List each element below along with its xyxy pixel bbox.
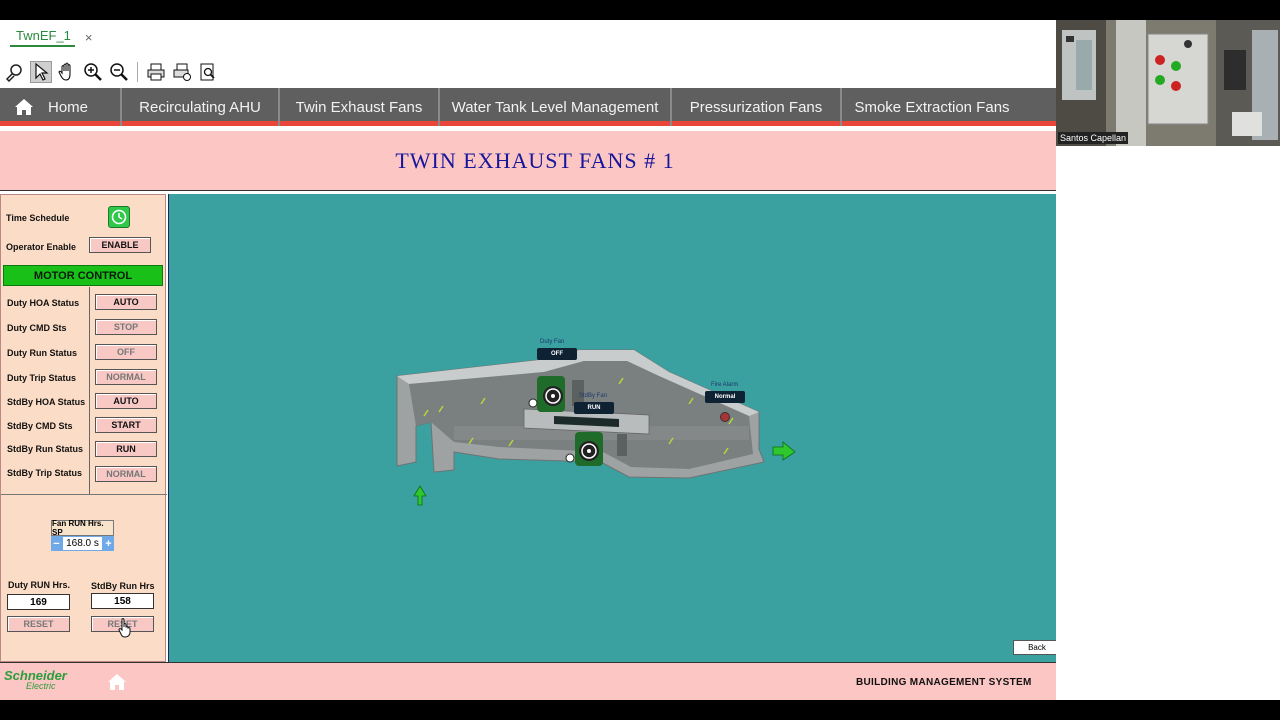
- control-panel: Time Schedule Operator Enable ENABLE MOT…: [0, 194, 167, 662]
- duty-hoa-status[interactable]: AUTO: [95, 294, 157, 310]
- duty-reset-button[interactable]: RESET: [7, 616, 70, 632]
- nav-recirculating-ahu[interactable]: Recirculating AHU: [122, 88, 280, 126]
- nav-twin-exhaust-fans[interactable]: Twin Exhaust Fans: [280, 88, 440, 126]
- increment-button[interactable]: +: [103, 536, 114, 551]
- screen: TwnEF_1 × Home Recirculating AHU Twin Ex…: [0, 0, 1280, 720]
- close-icon[interactable]: ×: [85, 30, 93, 45]
- nav-home-label: Home: [48, 98, 89, 116]
- duty-trip-label: Duty Trip Status: [7, 373, 77, 383]
- panel-horizontal-divider: [1, 494, 167, 495]
- fire-alarm-label: Fire Alarm: [711, 382, 739, 388]
- duty-fan-state[interactable]: OFF: [537, 348, 577, 360]
- fan-run-hrs-sp-value[interactable]: 168.0 s: [62, 536, 103, 551]
- decrement-button[interactable]: −: [51, 536, 62, 551]
- stdby-fan-state[interactable]: RUN: [574, 402, 614, 414]
- time-schedule-button[interactable]: [108, 206, 130, 228]
- stdby-trip-label: StdBy Trip Status: [7, 468, 83, 478]
- logo-line1: Schneider: [4, 668, 67, 683]
- webcam-feed: Santos Capellan: [1056, 20, 1280, 146]
- clock-icon: [111, 209, 127, 225]
- wrench-search-icon[interactable]: [4, 61, 26, 83]
- schneider-logo: Schneider Electric: [4, 668, 67, 691]
- nav-smoke-extraction-fans[interactable]: Smoke Extraction Fans: [842, 88, 1022, 126]
- stdby-run-label: StdBy Run Status: [7, 444, 84, 454]
- nav-pressurization-fans[interactable]: Pressurization Fans: [672, 88, 842, 126]
- nav-water-tank-level[interactable]: Water Tank Level Management: [440, 88, 672, 126]
- document-tab-name[interactable]: TwnEF_1: [10, 28, 75, 47]
- right-blank-pane: [1056, 146, 1280, 700]
- nav-home[interactable]: Home: [0, 88, 122, 126]
- duty-trip-status[interactable]: NORMAL: [95, 369, 157, 385]
- pan-hand-icon[interactable]: [56, 61, 78, 83]
- toolbar-separator: [137, 62, 138, 82]
- operator-enable-label: Operator Enable: [6, 242, 77, 252]
- panel-vertical-divider: [89, 287, 90, 494]
- duty-run-hrs-value: 169: [7, 594, 70, 610]
- time-schedule-label: Time Schedule: [6, 213, 70, 223]
- stdby-fan-label: StdBy Fan: [579, 393, 608, 399]
- print-settings-icon[interactable]: [171, 61, 193, 83]
- duty-cmd-label: Duty CMD Sts: [7, 323, 67, 333]
- home-icon: [15, 99, 33, 115]
- webcam-caption: Santos Capellan: [1058, 132, 1129, 144]
- diagram-canvas: Duty Fan OFF StdBy Fan RUN Fire Alarm No…: [168, 194, 1070, 662]
- document-tab[interactable]: TwnEF_1 ×: [10, 26, 93, 48]
- stdby-hoa-status[interactable]: AUTO: [95, 393, 157, 409]
- print-icon[interactable]: [145, 61, 167, 83]
- print-preview-icon[interactable]: [197, 61, 219, 83]
- duty-run-hrs-label: Duty RUN Hrs.: [8, 580, 71, 590]
- duty-run-status[interactable]: OFF: [95, 344, 157, 360]
- fan-run-hrs-sp-stepper[interactable]: − 168.0 s +: [51, 536, 114, 551]
- stdby-run-hrs-value: 158: [91, 593, 154, 609]
- home-icon: [108, 674, 126, 690]
- duty-cmd-status[interactable]: STOP: [95, 319, 157, 335]
- pointer-icon[interactable]: [30, 61, 52, 83]
- duty-fan-label: Duty Fan: [540, 339, 565, 345]
- duty-hoa-label: Duty HOA Status: [7, 298, 80, 308]
- toolbar: [4, 60, 219, 84]
- bottom-black-bar: [0, 700, 1280, 720]
- stdby-cmd-status[interactable]: START: [95, 417, 157, 433]
- footer-home-button[interactable]: [107, 673, 127, 696]
- zoom-out-icon[interactable]: [108, 61, 130, 83]
- duty-run-label: Duty Run Status: [7, 348, 78, 358]
- footer: Schneider Electric BUILDING MANAGEMENT S…: [0, 662, 1070, 700]
- stdby-run-status[interactable]: RUN: [95, 441, 157, 457]
- title-band: TWIN EXHAUST FANS # 1: [0, 131, 1070, 191]
- fan-run-hrs-sp-label: Fan RUN Hrs. SP: [51, 519, 114, 537]
- page-title: TWIN EXHAUST FANS # 1: [395, 147, 675, 173]
- bms-label: BUILDING MANAGEMENT SYSTEM: [856, 677, 1032, 688]
- stdby-cmd-label: StdBy CMD Sts: [7, 421, 73, 431]
- fire-alarm-state[interactable]: Normal: [705, 391, 745, 403]
- zoom-in-icon[interactable]: [82, 61, 104, 83]
- stdby-run-hrs-label: StdBy Run Hrs: [91, 581, 155, 591]
- back-button[interactable]: Back: [1013, 640, 1061, 655]
- stdby-trip-status[interactable]: NORMAL: [95, 466, 157, 482]
- main-navigation: Home Recirculating AHU Twin Exhaust Fans…: [0, 88, 1056, 126]
- top-black-bar: [0, 0, 1280, 20]
- stdby-hoa-label: StdBy HOA Status: [7, 397, 86, 407]
- twin-fan-duct-diagram: [396, 349, 796, 506]
- operator-enable-button[interactable]: ENABLE: [89, 237, 151, 253]
- webcam-image: [1056, 20, 1280, 146]
- mouse-cursor-icon: [118, 618, 131, 638]
- motor-control-header: MOTOR CONTROL: [3, 265, 163, 286]
